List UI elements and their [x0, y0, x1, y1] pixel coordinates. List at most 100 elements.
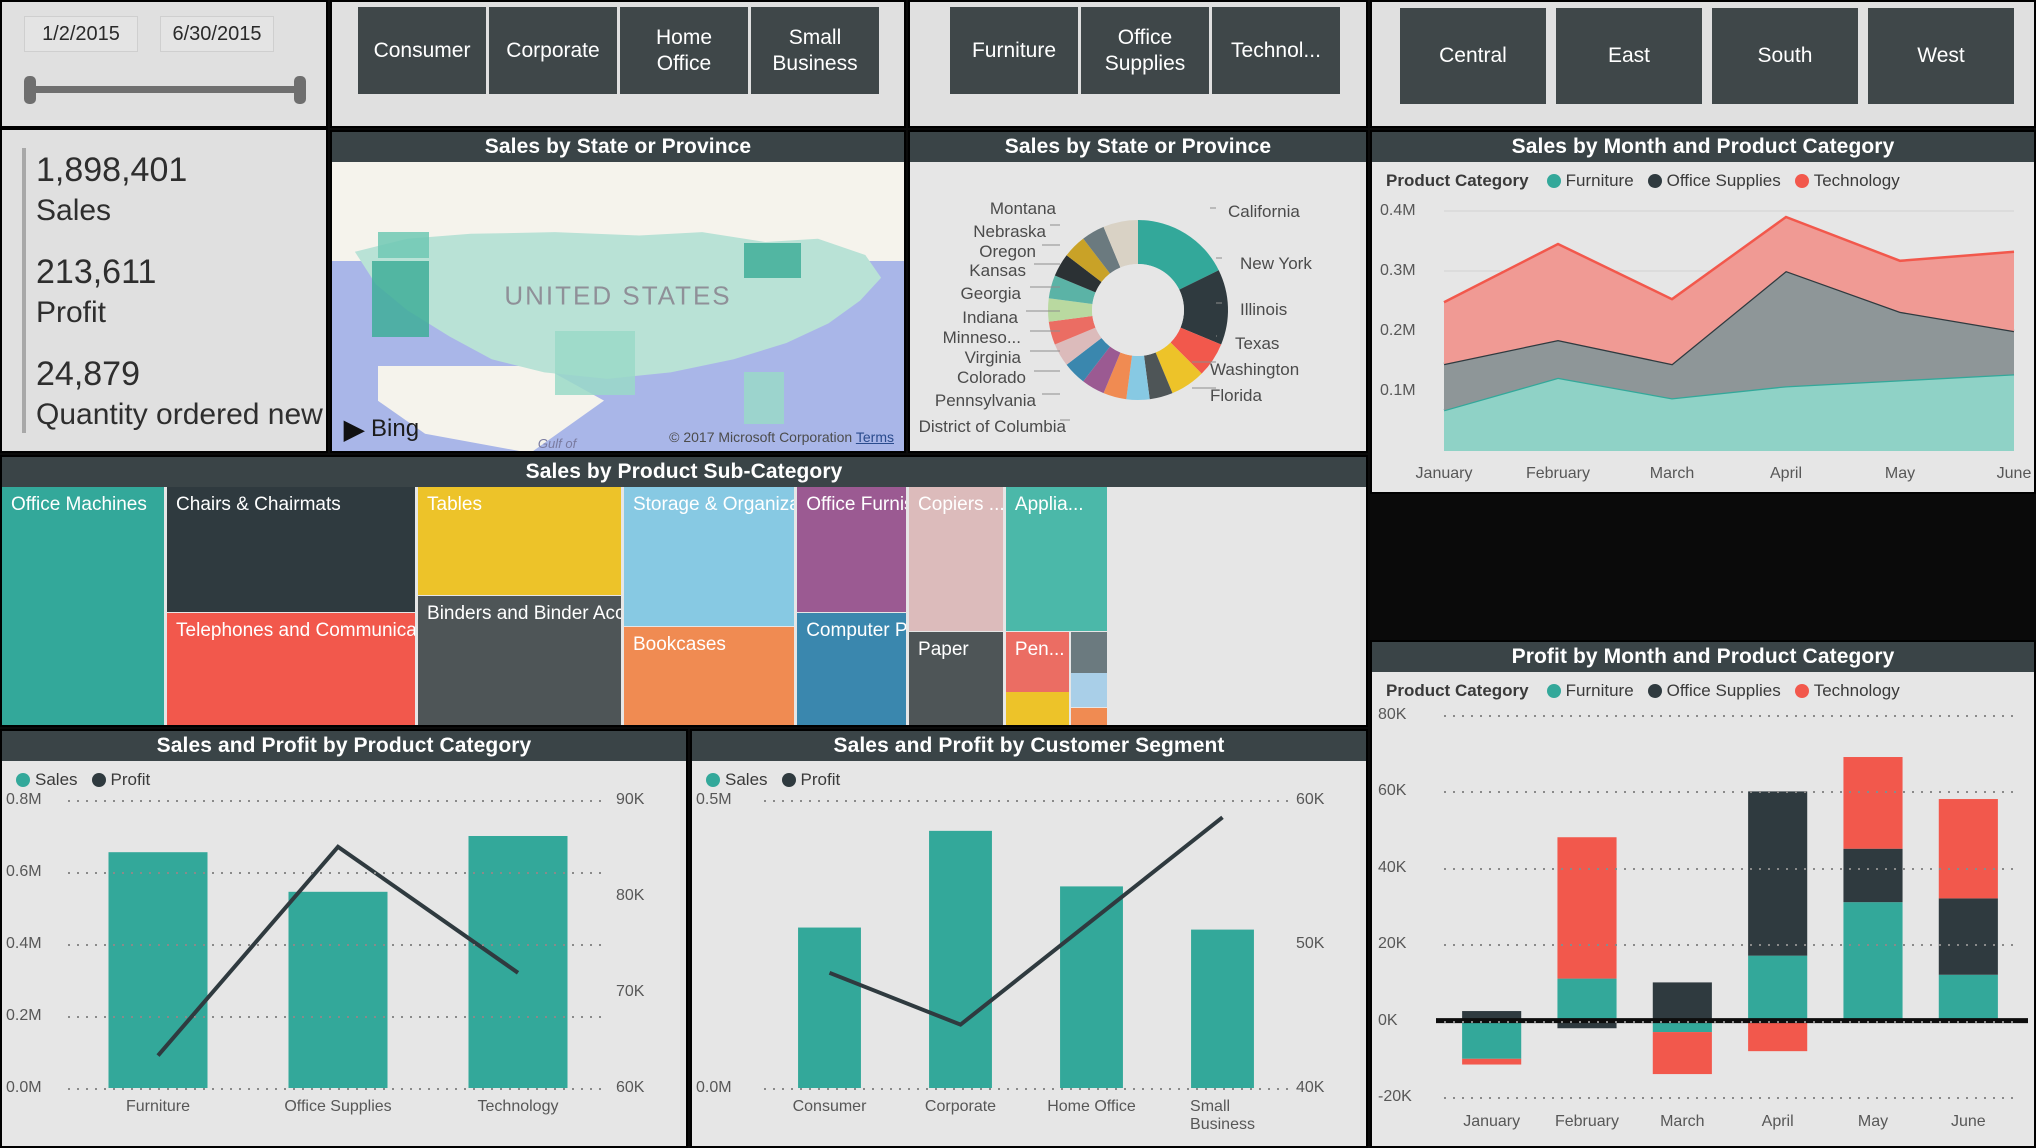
slicer-end-date[interactable]: 6/30/2015	[160, 16, 274, 52]
seg-legend-sales[interactable]: Sales	[706, 770, 768, 790]
area-legend-technology[interactable]: Technology	[1794, 171, 1900, 191]
profit-xtick: April	[1761, 1113, 1794, 1130]
area-chart-legend: Product Category Furniture Office Suppli…	[1372, 162, 2034, 191]
slicer-date-inputs: 1/2/2015 6/30/2015	[2, 2, 326, 52]
donut-label-california: California	[1228, 202, 1300, 221]
profit-legend-furniture[interactable]: Furniture	[1546, 681, 1634, 701]
region-slicer[interactable]: Central East South West	[1370, 0, 2036, 128]
treemap-node[interactable]: Computer P...	[797, 612, 907, 725]
profit-legend-office-supplies-label: Office Supplies	[1666, 681, 1781, 700]
legend-dot-technology	[1794, 684, 1809, 698]
seg-combo-plot[interactable]: 0.0M 0.5M 40K 50K 60K Consumer Corporate Home…	[692, 790, 1366, 1142]
treemap-node[interactable]: Applia...	[1005, 487, 1107, 631]
cat-legend-sales[interactable]: Sales	[16, 770, 78, 790]
treemap-node[interactable]: Copiers ...	[909, 487, 1004, 631]
profit-gridline	[1444, 715, 2016, 717]
profit-ytick: 20K	[1378, 935, 1407, 953]
donut-label-district-of-columbia: District of Columbia	[918, 417, 1066, 436]
treemap-node[interactable]: Office Furnis...	[797, 487, 907, 612]
slicer-tile-central[interactable]: Central	[1400, 8, 1546, 104]
slicer-tile-corporate[interactable]: Corporate	[489, 7, 617, 94]
treemap-node[interactable]: Telephones and Communication	[167, 612, 416, 725]
treemap-node-label: Telephones and Communication	[176, 619, 416, 641]
legend-dot-furniture	[1546, 684, 1561, 698]
slicer-tile-south[interactable]: South	[1712, 8, 1858, 104]
seg-combo-title: Sales and Profit by Customer Segment	[692, 731, 1366, 761]
kpi-quantity-value: 24,879	[36, 355, 140, 393]
treemap-node-label: Bookcases	[632, 633, 726, 655]
treemap-node[interactable]: Tables	[418, 487, 622, 595]
profit-chart-plot[interactable]: -20K 0K 20K 40K 60K 80K January February March A…	[1372, 701, 2034, 1141]
donut-label-washington: Washington	[1210, 360, 1300, 379]
area-legend-office-supplies[interactable]: Office Supplies	[1647, 171, 1781, 191]
treemap-node-label: Copiers ...	[918, 494, 1004, 515]
profit-legend-office-supplies[interactable]: Office Supplies	[1647, 681, 1781, 701]
slicer-range-slider[interactable]	[24, 74, 306, 104]
treemap-node[interactable]: Paper	[909, 631, 1004, 725]
power-bi-dashboard: 1/2/2015 6/30/2015 1,898,401 Sales 213,6…	[0, 0, 2036, 1148]
customer-segment-slicer[interactable]: Consumer Corporate Home Office Small Bus…	[330, 0, 906, 128]
treemap[interactable]: Office Machines Chairs & Chairmats Telepho…	[2, 487, 1366, 725]
slicer-tile-west[interactable]: West	[1868, 8, 2014, 104]
map-terms-link[interactable]: Terms	[856, 429, 894, 445]
date-range-slicer[interactable]: 1/2/2015 6/30/2015	[0, 0, 328, 128]
kpi-profit-value: 213,611	[36, 253, 157, 291]
sales-by-state-map-panel: Sales by State or Province UNITED STATES…	[330, 130, 906, 453]
slicer-tile-furniture[interactable]: Furniture	[950, 7, 1078, 94]
treemap-node[interactable]	[1071, 631, 1107, 673]
treemap-node-label: Applia...	[1014, 494, 1084, 515]
treemap-node[interactable]: Chairs & Chairmats	[167, 487, 416, 612]
slicer-tile-home-office[interactable]: Home Office	[620, 7, 748, 94]
slicer-tile-technology[interactable]: Technol...	[1212, 7, 1340, 94]
area-legend-furniture[interactable]: Furniture	[1546, 171, 1634, 191]
profit-legend-technology[interactable]: Technology	[1794, 681, 1900, 701]
treemap-node[interactable]	[1005, 692, 1069, 725]
treemap-node[interactable]: Binders and Binder Accessor...	[418, 595, 622, 725]
slicer-tile-office-supplies[interactable]: Office Supplies	[1081, 7, 1209, 94]
map-state-highlight-tx	[555, 330, 636, 395]
map-state-highlight-ca	[372, 260, 430, 337]
seg-legend-profit[interactable]: Profit	[781, 770, 841, 790]
treemap-node-label: Storage & Organiza...	[632, 494, 795, 515]
cat-legend-profit[interactable]: Profit	[91, 770, 150, 790]
profit-ytick: 80K	[1378, 706, 1407, 723]
cat-combo-xtick: Technology	[477, 1098, 559, 1115]
slicer-tile-consumer[interactable]: Consumer	[358, 7, 486, 94]
slider-track	[30, 86, 300, 93]
area-chart-plot[interactable]: 0.1M 0.2M 0.3M 0.4M January February March Apr…	[1372, 191, 2034, 487]
profit-ytick: 60K	[1378, 782, 1407, 800]
treemap-node[interactable]: Bookcases	[623, 626, 795, 725]
kpi-sales: 1,898,401 Sales	[36, 148, 326, 230]
donut-label-texas: Texas	[1235, 334, 1280, 353]
donut-label-pennsylvania: Pennsylvania	[934, 391, 1036, 410]
cat-combo-gridline	[68, 800, 608, 802]
legend-dot-technology	[1794, 174, 1809, 188]
cat-combo-xtick: Office Supplies	[284, 1098, 392, 1115]
profit-legend-furniture-label: Furniture	[1565, 681, 1634, 700]
seg-legend-profit-label: Profit	[800, 770, 841, 789]
bing-map[interactable]: UNITED STATES ▶ Bing Gulf of © 2017 Micr…	[332, 162, 904, 451]
seg-combo-gridline	[764, 800, 1288, 802]
slider-handle-right[interactable]	[294, 76, 306, 104]
slider-handle-left[interactable]	[24, 76, 36, 104]
treemap-node[interactable]: Pen...	[1005, 631, 1069, 692]
treemap-node[interactable]	[1071, 673, 1107, 707]
slicer-tile-small-business[interactable]: Small Business	[751, 7, 879, 94]
donut-label-colorado: Colorado	[957, 368, 1026, 387]
treemap-node[interactable]	[1071, 707, 1107, 725]
product-category-slicer[interactable]: Furniture Office Supplies Technol...	[908, 0, 1368, 128]
profit-legend-technology-label: Technology	[1813, 681, 1900, 700]
donut-chart[interactable]: Montana Nebraska Oregon Kansas Georgia I…	[910, 162, 1366, 451]
cat-combo-plot[interactable]: 0.0M 0.2M 0.4M 0.6M 0.8M 60K 70K 80K 90K Furnit…	[2, 790, 686, 1142]
area-legend-furniture-label: Furniture	[1565, 171, 1634, 190]
slicer-tile-east[interactable]: East	[1556, 8, 1702, 104]
slicer-start-date[interactable]: 1/2/2015	[24, 16, 138, 52]
area-xtick: January	[1415, 465, 1473, 482]
treemap-node-label: Office Machines	[11, 494, 147, 515]
treemap-node[interactable]: Storage & Organiza...	[623, 487, 795, 627]
seg-combo-xtick: Home Office	[1047, 1098, 1136, 1115]
treemap-node[interactable]: Office Machines	[2, 487, 165, 725]
area-panel-title: Sales by Month and Product Category	[1372, 132, 2034, 162]
profit-xtick: January	[1463, 1113, 1521, 1130]
bing-logo[interactable]: ▶ Bing	[344, 415, 419, 443]
